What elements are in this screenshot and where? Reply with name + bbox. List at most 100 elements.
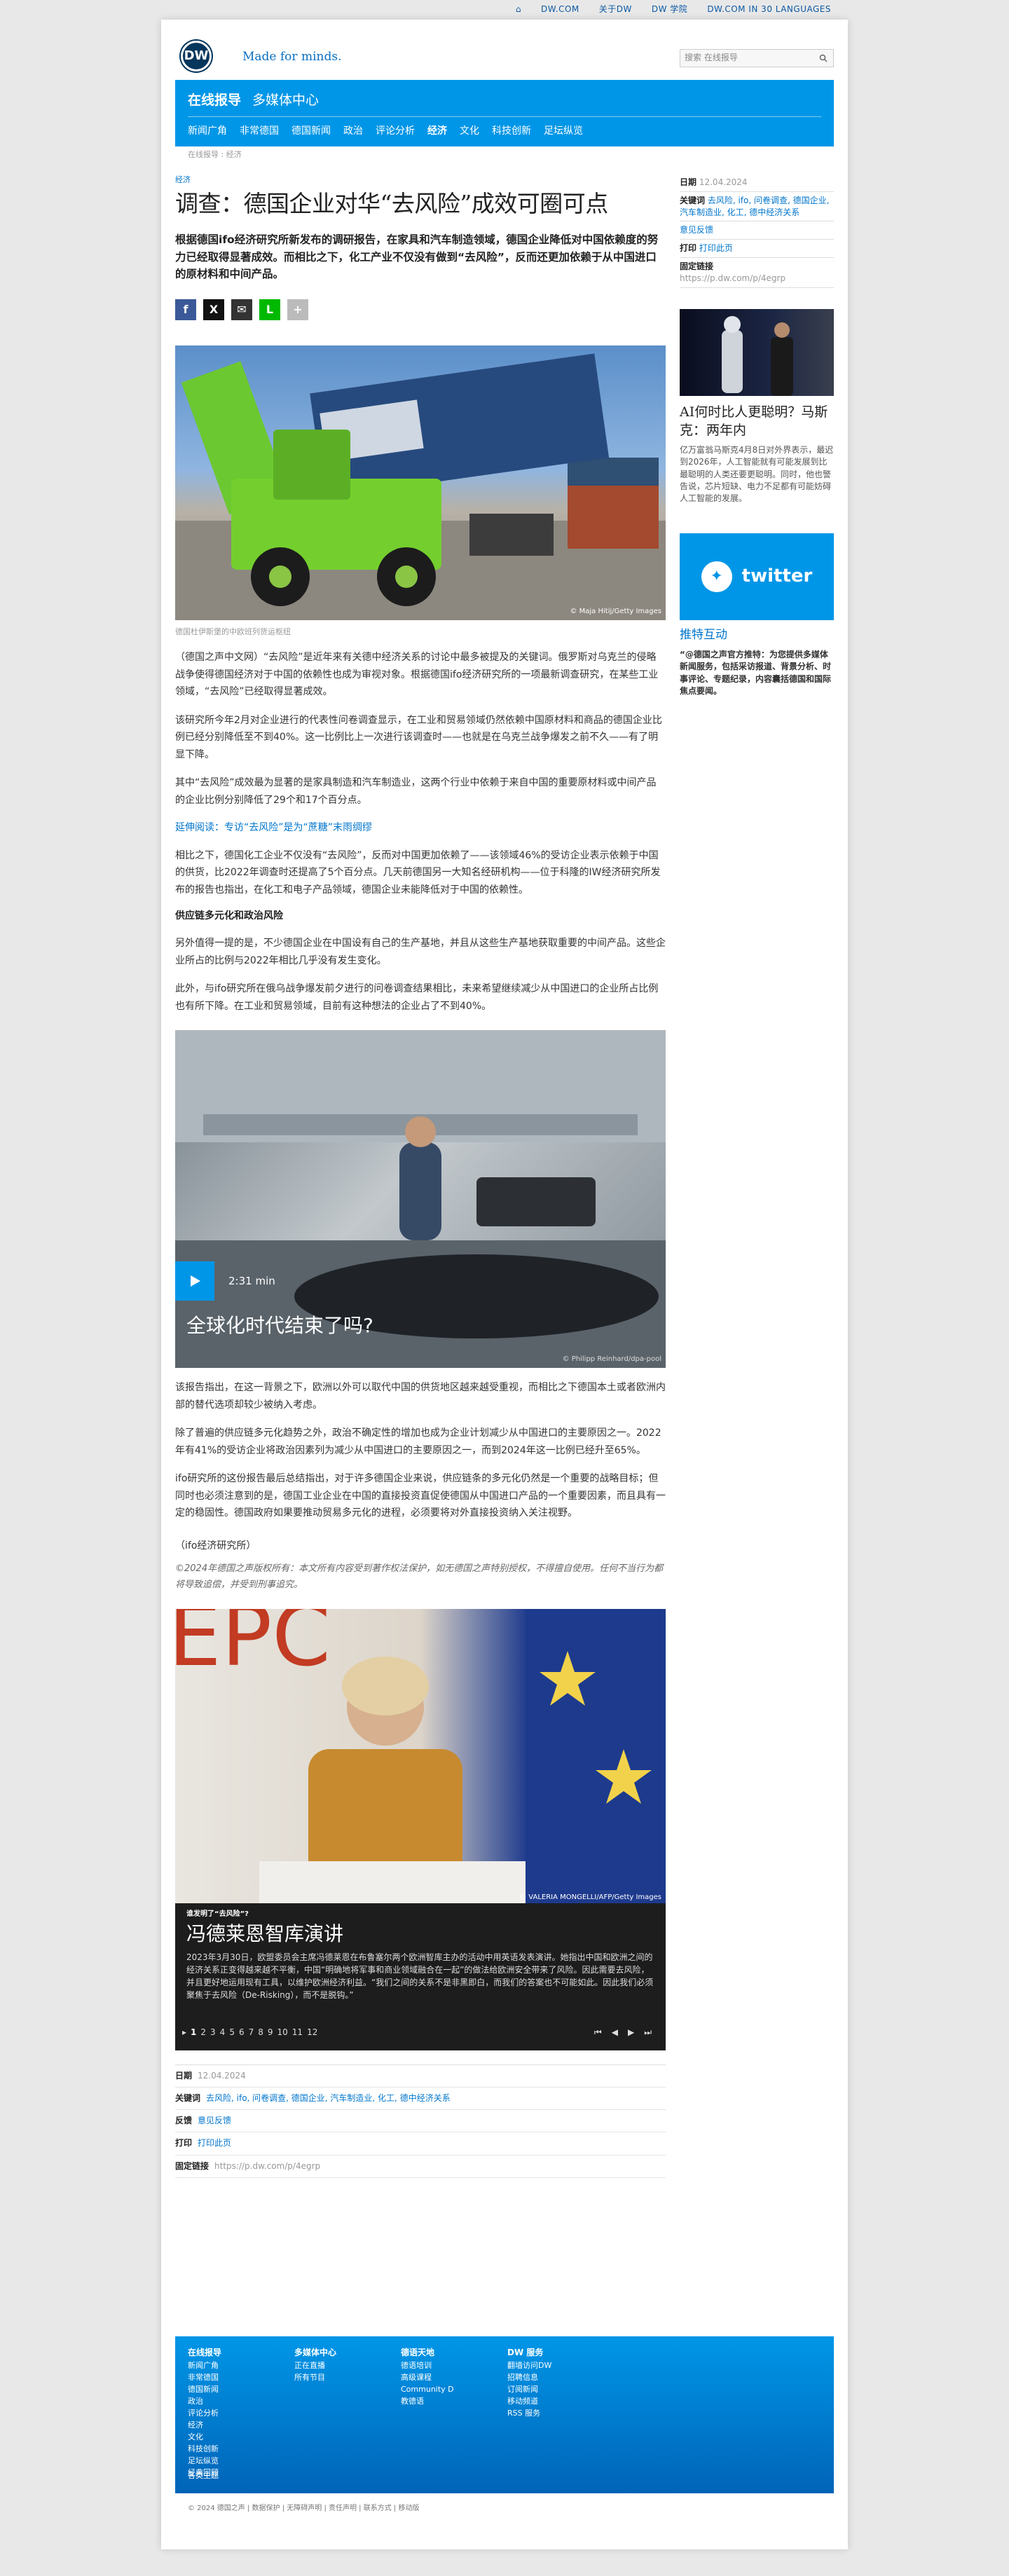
footer-link[interactable]: 翻墙访问DW	[507, 2359, 572, 2371]
gallery-play-icon[interactable]: ▸	[182, 2026, 186, 2039]
x-share-icon[interactable]: X	[203, 299, 224, 320]
gallery-page[interactable]: 12	[307, 2026, 317, 2039]
footer-link[interactable]: 评论分析	[188, 2407, 252, 2419]
footer-col-online: 在线报导 新闻广角 非常德国 德国新闻 政治 评论分析 经济 文化 科技创新 足…	[188, 2346, 252, 2479]
video-duration: 2:31 min	[228, 1275, 275, 1288]
gallery-page[interactable]: 6	[239, 2026, 245, 2039]
more-share-icon[interactable]: +	[287, 299, 308, 320]
video-title[interactable]: 全球化时代结束了吗?	[186, 1310, 373, 1342]
next-icon[interactable]: ▶	[628, 2026, 634, 2039]
video-credit: © Philipp Reinhard/dpa-pool	[562, 1355, 661, 1364]
gallery-page[interactable]: 5	[229, 2026, 235, 2039]
print-link[interactable]: 打印此页	[198, 2137, 231, 2150]
footer-link[interactable]: 经济	[188, 2419, 252, 2431]
footer-col-title[interactable]: DW 服务	[507, 2348, 543, 2357]
gallery-pagination: ▸ 1 2 3 4 5 6 7 8 9 10 11 12	[182, 2026, 317, 2039]
picture-gallery[interactable]: EPC © VALERIA MONGELLI/AFP/Getty Images …	[175, 1608, 666, 2050]
read-also-link[interactable]: 延伸阅读：专访“去风险”是为“蔗糖”末雨绸缪	[175, 820, 666, 835]
footer-link[interactable]: 订阅新闻	[507, 2383, 572, 2395]
side-date-label: 日期	[680, 177, 697, 187]
footer-link[interactable]: 德语培训	[401, 2359, 465, 2371]
twitter-box[interactable]: ✦ twitter 推特互动 “@德国之声官方推特：为您提供多媒体新闻服务，包括…	[680, 533, 834, 698]
topbar-about-link[interactable]: 关于DW	[599, 3, 632, 16]
gallery-page[interactable]: 2	[200, 2026, 206, 2039]
nav-sub-item[interactable]: 评论分析	[376, 123, 415, 139]
gallery-page[interactable]: 8	[258, 2026, 263, 2039]
footer-col-title[interactable]: 在线报导	[188, 2348, 221, 2357]
article-hero-image: © Maja Hitij/Getty Images	[175, 345, 666, 620]
footer-link[interactable]: 高级课程	[401, 2371, 465, 2383]
feedback-link[interactable]: 意见反馈	[198, 2114, 231, 2128]
nav-sub-item[interactable]: 科技创新	[492, 123, 531, 139]
footer-link[interactable]: 教德语	[401, 2395, 465, 2407]
gallery-page[interactable]: 7	[249, 2026, 254, 2039]
facebook-share-icon[interactable]: f	[175, 299, 196, 320]
gallery-page[interactable]: 4	[220, 2026, 226, 2039]
twitter-title[interactable]: 推特互动	[680, 626, 834, 645]
gallery-page[interactable]: 3	[210, 2026, 216, 2039]
home-icon[interactable]: ⌂	[516, 3, 521, 16]
permalink[interactable]: https://p.dw.com/p/4egrp	[214, 2160, 320, 2173]
nav-sub-item[interactable]: 足坛纵览	[544, 123, 583, 139]
footer-link[interactable]: 文化	[188, 2431, 252, 2443]
nav-sub-item-economy[interactable]: 经济	[427, 123, 447, 139]
nav-sub-item[interactable]: 文化	[460, 123, 479, 139]
article-paragraph: 该报告指出，在这一背景之下，欧洲以外可以取代中国的供货地区越来越受重视，而相比之…	[175, 1382, 666, 1411]
topbar-site-link[interactable]: DW.COM	[541, 3, 579, 16]
site-tagline: Made for minds.	[242, 50, 342, 64]
article-body: （德国之声中文网）“去风险”是近年来有关德中经济关系的讨论中最多被提及的关键词。…	[175, 649, 666, 1594]
breadcrumb[interactable]: 在线报导 : 经济	[188, 149, 242, 161]
footer-link[interactable]: 德国新闻	[188, 2383, 252, 2395]
side-permalink[interactable]: https://p.dw.com/p/4egrp	[680, 273, 785, 283]
footer-link[interactable]: 足坛纵览	[188, 2455, 252, 2467]
footer-link[interactable]: 正在直播	[294, 2359, 359, 2371]
gallery-page[interactable]: 1	[191, 2026, 196, 2039]
nav-sub-item[interactable]: 新闻广角	[188, 123, 227, 139]
teaser-image	[680, 308, 834, 396]
nav-sub-item[interactable]: 政治	[343, 123, 363, 139]
footer-col-title[interactable]: 多媒体中心	[294, 2348, 336, 2357]
line-share-icon[interactable]: L	[259, 299, 280, 320]
search-placeholder: 搜索 在线报导	[685, 53, 738, 63]
search-input[interactable]: 搜索 在线报导	[680, 49, 834, 67]
footer-col-title[interactable]: 德语天地	[401, 2348, 434, 2357]
video-play-button[interactable]	[175, 1261, 214, 1301]
meta-keywords[interactable]: 去风险, ifo, 问卷调查, 德国企业, 汽车制造业, 化工, 德中经济关系	[206, 2092, 451, 2105]
side-feedback-link[interactable]: 意见反馈	[680, 225, 713, 235]
email-share-icon[interactable]: ✉	[231, 299, 252, 320]
side-print-link[interactable]: 打印此页	[699, 243, 733, 253]
topbar-academy-link[interactable]: DW 学院	[652, 3, 687, 16]
gallery-page[interactable]: 9	[268, 2026, 273, 2039]
footer-themes-link[interactable]: 各类主题	[188, 2469, 219, 2482]
footer-link[interactable]: Community D	[401, 2383, 465, 2395]
article-subheading: 供应链多元化和政治风险	[175, 910, 283, 922]
sidebar-teaser[interactable]: AI何时比人更聪明？马斯克：两年内 亿万富翁马斯克4月8日对外界表示，最迟到20…	[680, 308, 834, 505]
footer-link[interactable]: RSS 服务	[507, 2407, 572, 2419]
prev-icon[interactable]: ◀	[612, 2026, 618, 2039]
footer-link[interactable]: 新闻广角	[188, 2359, 252, 2371]
dw-logo[interactable]: DW	[181, 39, 234, 73]
footer-link[interactable]: 所有节目	[294, 2371, 359, 2383]
article-kicker[interactable]: 经济	[175, 174, 666, 186]
footer-link[interactable]: 政治	[188, 2395, 252, 2407]
nav-sub-item[interactable]: 德国新闻	[291, 123, 331, 139]
twitter-banner[interactable]: ✦ twitter	[680, 533, 834, 620]
teaser-title[interactable]: AI何时比人更聪明？马斯克：两年内	[680, 403, 834, 440]
video-player[interactable]: 2:31 min 全球化时代结束了吗? © Philipp Reinhard/d…	[175, 1030, 666, 1369]
gallery-page[interactable]: 10	[277, 2026, 288, 2039]
footer-link[interactable]: 非常德国	[188, 2371, 252, 2383]
nav-sub-item[interactable]: 非常德国	[240, 123, 279, 139]
footer-link[interactable]: 招聘信息	[507, 2371, 572, 2383]
footer-col-services: DW 服务 翻墙访问DW 招聘信息 订阅新闻 移动频道 RSS 服务	[507, 2346, 572, 2479]
copyright-footer[interactable]: © 2024 德国之声 | 数据保护 | 无障碍声明 | 责任声明 | 联系方式…	[188, 2503, 419, 2514]
last-icon[interactable]: ⏭	[644, 2026, 652, 2039]
nav-online-reports[interactable]: 在线报导	[188, 90, 241, 111]
footer-link[interactable]: 科技创新	[188, 2443, 252, 2455]
nav-media-center[interactable]: 多媒体中心	[252, 90, 319, 111]
first-icon[interactable]: ⏮	[594, 2026, 602, 2039]
footer-link[interactable]: 移动频道	[507, 2395, 572, 2407]
twitter-bird-icon: ✦	[701, 561, 732, 592]
topbar-languages-link[interactable]: DW.COM IN 30 LANGUAGES	[707, 3, 831, 16]
gallery-page[interactable]: 11	[292, 2026, 303, 2039]
search-icon[interactable]	[819, 54, 828, 62]
